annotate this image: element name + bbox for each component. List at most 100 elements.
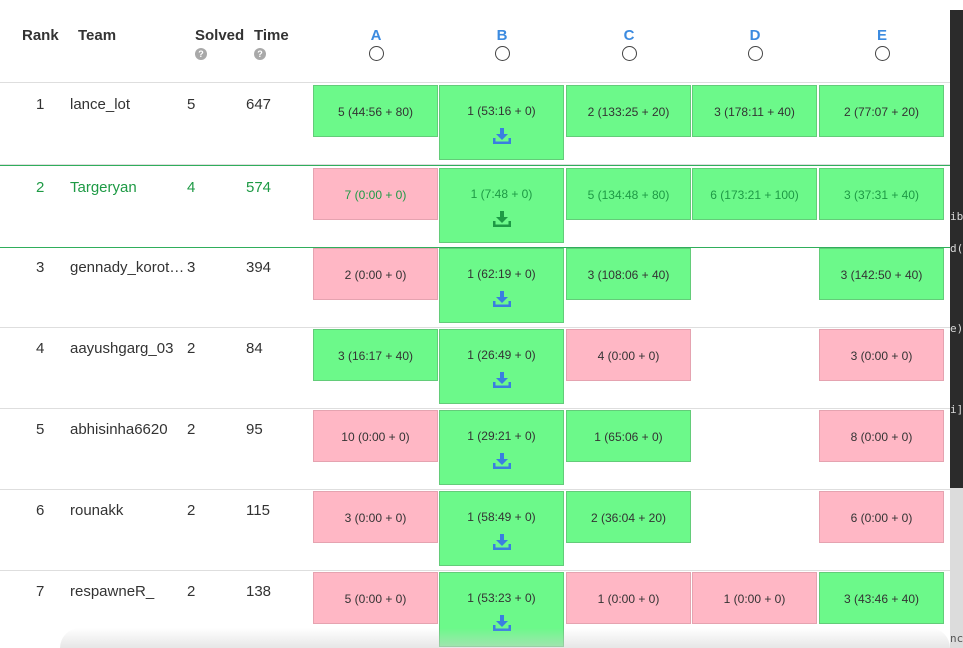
download-icon[interactable] (492, 533, 512, 551)
submission-cell[interactable]: 3 (37:31 + 40) (819, 168, 944, 220)
time-column-header: Time (254, 27, 289, 44)
submission-cell[interactable]: 6 (0:00 + 0) (819, 491, 944, 543)
submission-cell[interactable]: 2 (77:07 + 20) (819, 85, 944, 137)
submission-result: 3 (43:46 + 40) (843, 592, 920, 606)
bottom-shadow (60, 628, 950, 648)
solved-help-icon[interactable]: ? (195, 48, 207, 60)
submission-cell[interactable]: 1 (7:48 + 0) (439, 168, 564, 243)
time-help-icon[interactable]: ? (254, 48, 266, 60)
rank-cell: 5 (36, 421, 45, 438)
submission-cell[interactable]: 5 (0:00 + 0) (313, 572, 438, 624)
submission-result: 2 (36:04 + 20) (590, 511, 667, 525)
submission-result: 1 (53:16 + 0) (467, 104, 536, 118)
submission-cell[interactable]: 8 (0:00 + 0) (819, 410, 944, 462)
submission-cell[interactable]: 3 (108:06 + 40) (566, 248, 691, 300)
submission-result: 2 (0:00 + 0) (344, 268, 407, 282)
submission-result: 3 (142:50 + 40) (840, 268, 923, 282)
submission-cell[interactable]: 1 (26:49 + 0) (439, 329, 564, 404)
submission-result: 6 (173:21 + 100) (710, 188, 799, 202)
problem-letter[interactable]: C (566, 27, 692, 45)
problem-select-radio[interactable] (621, 46, 637, 61)
submission-cell[interactable]: 1 (62:19 + 0) (439, 248, 564, 323)
problem-letter[interactable]: E (819, 27, 945, 45)
problem-select-radio[interactable] (874, 46, 890, 61)
team-name[interactable]: abhisinha6620 (70, 421, 188, 438)
submission-cell[interactable]: 1 (53:16 + 0) (439, 85, 564, 160)
problem-select-radio[interactable] (494, 46, 510, 61)
submission-result: 1 (29:21 + 0) (467, 429, 536, 443)
standings-table: Rank Team Solved ? Time ? ABCDE 1 lance_l… (0, 0, 950, 648)
problem-select-radio[interactable] (368, 46, 384, 61)
submission-cell[interactable]: 2 (0:00 + 0) (313, 248, 438, 300)
submission-cell[interactable]: 3 (16:17 + 40) (313, 329, 438, 381)
team-name[interactable]: aayushgarg_03 (70, 340, 188, 357)
solved-cell: 3 (187, 259, 196, 276)
problem-letter[interactable]: B (439, 27, 565, 45)
rank-cell: 4 (36, 340, 45, 357)
solved-cell: 5 (187, 96, 196, 113)
table-row: 4 aayushgarg_03 2 84 3 (16:17 + 40) 1 (26:49 … (0, 327, 950, 409)
submission-cell[interactable]: 1 (0:00 + 0) (566, 572, 691, 624)
download-icon[interactable] (492, 452, 512, 470)
table-row: 2 Targeryan 4 574 7 (0:00 + 0) 1 (7:48 + 0) 5 … (0, 165, 950, 248)
submission-result: 1 (7:48 + 0) (470, 187, 533, 201)
submission-cell[interactable]: 3 (178:11 + 40) (692, 85, 817, 137)
submission-cell[interactable]: 1 (0:00 + 0) (692, 572, 817, 624)
problem-header-0: A (313, 27, 439, 61)
problem-header-3: D (692, 27, 818, 61)
submission-cell[interactable]: 10 (0:00 + 0) (313, 410, 438, 462)
submission-result: 1 (65:06 + 0) (594, 430, 663, 444)
problem-header-1: B (439, 27, 565, 61)
team-name[interactable]: lance_lot (70, 96, 188, 113)
submission-result: 7 (0:00 + 0) (344, 188, 407, 202)
submission-result: 3 (108:06 + 40) (587, 268, 670, 282)
rank-cell: 3 (36, 259, 45, 276)
download-icon[interactable] (492, 127, 512, 145)
team-name[interactable]: rounakk (70, 502, 188, 519)
solved-cell: 2 (187, 502, 196, 519)
submission-result: 1 (58:49 + 0) (467, 510, 536, 524)
download-icon[interactable] (492, 210, 512, 228)
rank-cell: 6 (36, 502, 45, 519)
submission-cell[interactable]: 3 (142:50 + 40) (819, 248, 944, 300)
submission-cell[interactable]: 1 (58:49 + 0) (439, 491, 564, 566)
submission-cell[interactable]: 5 (134:48 + 80) (566, 168, 691, 220)
submission-result: 4 (0:00 + 0) (597, 349, 660, 363)
rank-cell: 1 (36, 96, 45, 113)
problem-select-radio[interactable] (747, 46, 763, 61)
team-name[interactable]: Targeryan (70, 179, 188, 196)
submission-cell[interactable]: 5 (44:56 + 80) (313, 85, 438, 137)
submission-cell[interactable]: 3 (0:00 + 0) (313, 491, 438, 543)
team-name[interactable]: gennady_korotkevich (70, 259, 188, 276)
solved-cell: 2 (187, 583, 196, 600)
download-icon[interactable] (492, 371, 512, 389)
time-cell: 95 (246, 421, 263, 438)
table-row: 1 lance_lot 5 647 5 (44:56 + 80) 1 (53:16 + 0… (0, 83, 950, 165)
problem-letter[interactable]: A (313, 27, 439, 45)
rank-column-header: Rank (22, 27, 59, 44)
time-cell: 115 (246, 502, 270, 519)
submission-result: 2 (77:07 + 20) (843, 105, 920, 119)
submission-result: 6 (0:00 + 0) (850, 511, 913, 525)
submission-result: 1 (0:00 + 0) (723, 592, 786, 606)
submission-cell[interactable]: 3 (0:00 + 0) (819, 329, 944, 381)
rank-cell: 2 (36, 179, 45, 196)
download-icon[interactable] (492, 290, 512, 308)
submission-cell[interactable]: 1 (65:06 + 0) (566, 410, 691, 462)
submission-cell[interactable]: 6 (173:21 + 100) (692, 168, 817, 220)
table-row: 6 rounakk 2 115 3 (0:00 + 0) 1 (58:49 + 0) 2 (… (0, 489, 950, 571)
problem-letter[interactable]: D (692, 27, 818, 45)
submission-cell[interactable]: 4 (0:00 + 0) (566, 329, 691, 381)
team-name[interactable]: respawneR_ (70, 583, 188, 600)
submission-cell[interactable]: 2 (36:04 + 20) (566, 491, 691, 543)
submission-cell[interactable]: 1 (29:21 + 0) (439, 410, 564, 485)
submission-cell[interactable]: 3 (43:46 + 40) (819, 572, 944, 624)
background-editor-strip: ib d( e) i] nc (950, 0, 963, 648)
solved-column-header: Solved (195, 27, 245, 44)
submission-cell[interactable]: 2 (133:25 + 20) (566, 85, 691, 137)
submission-cell[interactable]: 7 (0:00 + 0) (313, 168, 438, 220)
submission-result: 8 (0:00 + 0) (850, 430, 913, 444)
time-cell: 84 (246, 340, 263, 357)
submission-result: 1 (62:19 + 0) (467, 267, 536, 281)
submission-result: 3 (37:31 + 40) (843, 188, 920, 202)
